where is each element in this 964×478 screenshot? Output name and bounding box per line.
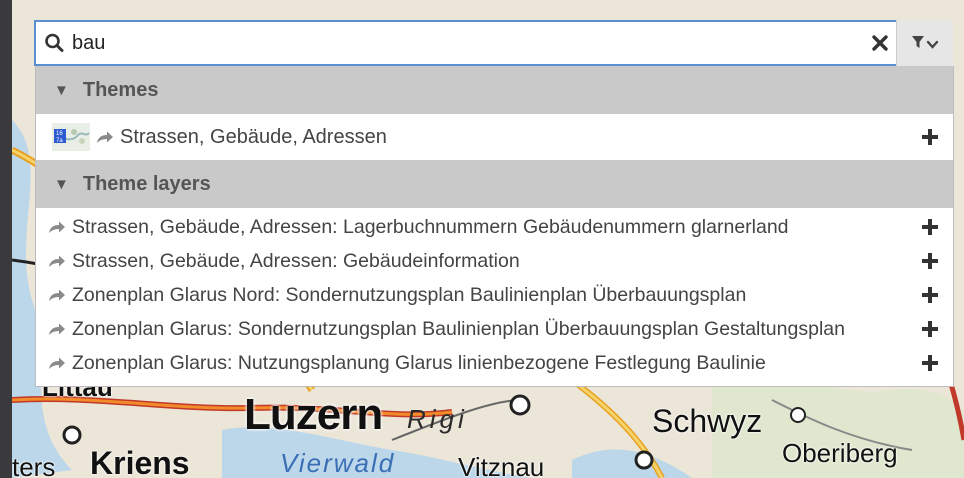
plus-icon[interactable] <box>921 252 939 270</box>
search-bar <box>34 20 953 66</box>
section-header-themes[interactable]: ▼ Themes <box>36 66 953 114</box>
theme-result-item[interactable]: 16 7a Strassen, Gebäude, Adressen <box>36 114 953 160</box>
theme-result-label: Strassen, Gebäude, Adressen <box>120 125 387 148</box>
section-title-themes: Themes <box>82 78 159 101</box>
clear-search-button[interactable] <box>869 32 891 54</box>
map-label-kriens: Kriens <box>90 445 190 478</box>
plus-icon[interactable] <box>921 128 939 146</box>
share-arrow-icon <box>49 357 65 369</box>
layer-result-item[interactable]: Strassen, Gebäude, Adressen: Lagerbuchnu… <box>36 210 953 244</box>
share-arrow-icon <box>49 323 65 335</box>
layer-result-label: Strassen, Gebäude, Adressen: Lagerbuchnu… <box>72 215 789 238</box>
layer-result-label: Zonenplan Glarus: Nutzungsplanung Glarus… <box>72 351 766 374</box>
map-label-ters: ters <box>12 452 56 478</box>
map-label-rigi: Rigi <box>407 404 468 434</box>
search-panel: ▼ Themes 16 7a Strassen, Gebäude, Adress… <box>34 20 954 387</box>
search-input[interactable] <box>72 31 772 55</box>
map-label-luzern: Luzern <box>244 390 383 439</box>
triangle-down-icon: ▼ <box>54 81 69 99</box>
map-label-vierwald: Vierwald <box>280 448 396 478</box>
plus-icon[interactable] <box>921 354 939 372</box>
layer-result-item[interactable]: Zonenplan Glarus: Nutzungsplanung Glarus… <box>36 346 953 380</box>
layer-result-item[interactable]: Strassen, Gebäude, Adressen: Gebäudeinfo… <box>36 244 953 278</box>
section-title-theme-layers: Theme layers <box>82 172 211 195</box>
filter-button[interactable] <box>896 20 953 66</box>
plus-icon[interactable] <box>921 218 939 236</box>
share-arrow-icon <box>49 221 65 233</box>
filter-icon <box>912 36 939 49</box>
plus-icon[interactable] <box>921 320 939 338</box>
share-arrow-icon <box>49 255 65 267</box>
layer-result-item[interactable]: Zonenplan Glarus Nord: Sondernutzungspla… <box>36 278 953 312</box>
theme-layers-list: Strassen, Gebäude, Adressen: Lagerbuchnu… <box>36 208 953 386</box>
close-icon <box>872 35 888 51</box>
layer-result-label: Strassen, Gebäude, Adressen: Gebäudeinfo… <box>72 249 520 272</box>
triangle-down-icon: ▼ <box>54 175 69 193</box>
share-arrow-icon <box>49 289 65 301</box>
layer-result-label: Zonenplan Glarus: Sondernutzungsplan Bau… <box>72 317 845 340</box>
map-label-vitznau: Vitznau <box>458 452 545 478</box>
search-results: ▼ Themes 16 7a Strassen, Gebäude, Adress… <box>35 66 954 387</box>
search-icon <box>44 32 66 54</box>
layer-result-label: Zonenplan Glarus Nord: Sondernutzungspla… <box>72 283 747 306</box>
plus-icon[interactable] <box>921 286 939 304</box>
svg-text:7a: 7a <box>56 138 63 144</box>
section-header-theme-layers[interactable]: ▼ Theme layers <box>36 160 953 208</box>
svg-text:16: 16 <box>56 131 63 137</box>
theme-thumbnail-icon: 16 7a <box>52 123 90 151</box>
share-arrow-icon <box>97 131 113 143</box>
map-label-oberiberg: Oberiberg <box>782 438 898 468</box>
map-label-schwyz: Schwyz <box>652 403 763 439</box>
layer-result-item[interactable]: Zonenplan Glarus: Sondernutzungsplan Bau… <box>36 312 953 346</box>
